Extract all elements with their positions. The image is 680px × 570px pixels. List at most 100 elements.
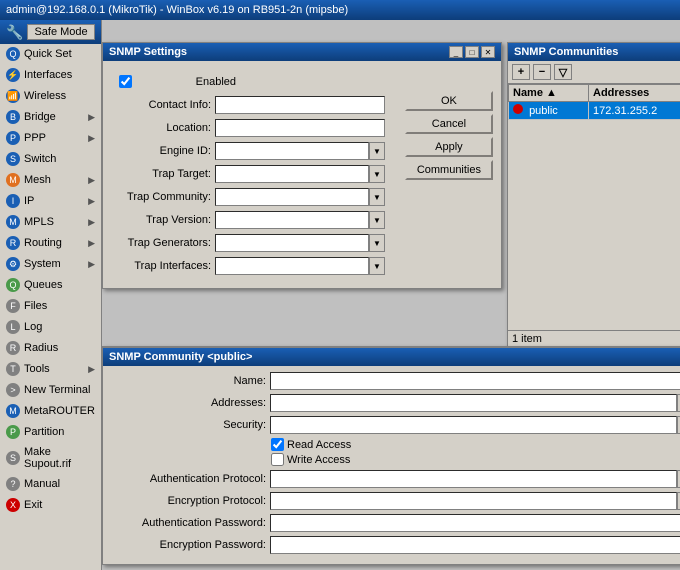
sidebar-item-tools[interactable]: T Tools ▶ bbox=[0, 359, 101, 380]
detail-security-dropdown: none ▼ bbox=[270, 416, 680, 434]
routing-arrow: ▶ bbox=[88, 238, 95, 249]
filter-community-button[interactable]: ▽ bbox=[554, 64, 572, 80]
remove-community-button[interactable]: − bbox=[533, 64, 551, 80]
trap-community-arrow[interactable]: ▼ bbox=[369, 188, 385, 206]
community-detail-body: Name: public Addresses: 172.31.255.2 ▼ S… bbox=[103, 366, 680, 564]
detail-addresses-input[interactable]: 172.31.255.2 bbox=[270, 394, 677, 412]
bridge-icon: B bbox=[6, 110, 20, 124]
trap-interfaces-arrow[interactable]: ▼ bbox=[369, 257, 385, 275]
trap-generators-input[interactable] bbox=[215, 234, 369, 252]
sidebar-item-log[interactable]: L Log bbox=[0, 317, 101, 338]
detail-enc-protocol-input[interactable]: DES bbox=[270, 492, 677, 510]
interfaces-icon: ⚡ bbox=[6, 68, 20, 82]
detail-name-row: Name: public bbox=[111, 372, 680, 390]
engine-id-arrow[interactable]: ▼ bbox=[369, 142, 385, 160]
detail-addresses-row: Addresses: 172.31.255.2 ▼ bbox=[111, 394, 680, 412]
sidebar-item-mesh[interactable]: M Mesh ▶ bbox=[0, 170, 101, 191]
detail-security-input[interactable]: none bbox=[270, 416, 677, 434]
sidebar-item-bridge[interactable]: B Bridge ▶ bbox=[0, 107, 101, 128]
sidebar-label-routing: Routing bbox=[24, 237, 62, 249]
sidebar-item-partition[interactable]: P Partition bbox=[0, 422, 101, 443]
mpls-icon: M bbox=[6, 215, 20, 229]
sidebar-item-new-terminal[interactable]: > New Terminal bbox=[0, 380, 101, 401]
add-community-button[interactable]: + bbox=[512, 64, 530, 80]
enabled-label: Enabled bbox=[136, 76, 236, 88]
contact-info-input[interactable]: suporte@mk-auth.com.br bbox=[215, 96, 385, 114]
sidebar-item-system[interactable]: ⚙ System ▶ bbox=[0, 254, 101, 275]
sidebar-item-manual[interactable]: ? Manual bbox=[0, 474, 101, 495]
sidebar-item-switch[interactable]: S Switch bbox=[0, 149, 101, 170]
sidebar-item-mpls[interactable]: M MPLS ▶ bbox=[0, 212, 101, 233]
trap-target-label: Trap Target: bbox=[111, 168, 211, 180]
safe-mode-button[interactable]: Safe Mode bbox=[27, 24, 94, 40]
ppp-arrow: ▶ bbox=[88, 133, 95, 144]
files-icon: F bbox=[6, 299, 20, 313]
snmp-settings-close[interactable]: ✕ bbox=[481, 46, 495, 58]
sidebar-item-files[interactable]: F Files bbox=[0, 296, 101, 317]
content-area: SNMP Settings _ □ ✕ OK Cancel Apply Comm… bbox=[102, 20, 680, 570]
detail-auth-password-input[interactable] bbox=[270, 514, 680, 532]
detail-enc-protocol-row: Encryption Protocol: DES ▼ bbox=[111, 492, 680, 510]
detail-access-row: Read Access Write Access bbox=[271, 438, 680, 466]
snmp-communities-titlebar: SNMP Communities ✕ bbox=[508, 43, 680, 61]
sidebar-item-ip[interactable]: I IP ▶ bbox=[0, 191, 101, 212]
trap-version-arrow[interactable]: ▼ bbox=[369, 211, 385, 229]
sidebar-item-wireless[interactable]: 📶 Wireless bbox=[0, 86, 101, 107]
snmp-settings-cancel-button[interactable]: Cancel bbox=[405, 114, 493, 134]
snmp-settings-communities-button[interactable]: Communities bbox=[405, 160, 493, 180]
sidebar-label-wireless: Wireless bbox=[24, 90, 66, 102]
detail-auth-protocol-input[interactable]: MD5 bbox=[270, 470, 677, 488]
trap-version-input[interactable]: 1 bbox=[215, 211, 369, 229]
sidebar-item-make-supout[interactable]: S Make Supout.rif bbox=[0, 443, 101, 474]
sidebar-item-routing[interactable]: R Routing ▶ bbox=[0, 233, 101, 254]
trap-version-label: Trap Version: bbox=[111, 214, 211, 226]
enabled-checkbox[interactable] bbox=[119, 75, 132, 88]
detail-auth-password-row: Authentication Password: bbox=[111, 514, 680, 532]
read-access-checkbox[interactable] bbox=[271, 438, 284, 451]
trap-community-input[interactable]: public bbox=[215, 188, 369, 206]
trap-interfaces-row: Trap Interfaces: ▼ bbox=[111, 257, 493, 275]
snmp-settings-minimize[interactable]: _ bbox=[449, 46, 463, 58]
contact-info-label: Contact Info: bbox=[111, 99, 211, 111]
sidebar-item-interfaces[interactable]: ⚡ Interfaces bbox=[0, 65, 101, 86]
snmp-settings-apply-button[interactable]: Apply bbox=[405, 137, 493, 157]
sidebar-item-metarouter[interactable]: M MetaROUTER bbox=[0, 401, 101, 422]
queues-icon: Q bbox=[6, 278, 20, 292]
title-bar: admin@192.168.0.1 (MikroTik) - WinBox v6… bbox=[0, 0, 680, 20]
trap-target-arrow[interactable]: ▼ bbox=[369, 165, 385, 183]
engine-id-input[interactable] bbox=[215, 142, 369, 160]
write-access-text: Write Access bbox=[287, 454, 350, 466]
sidebar-item-radius[interactable]: R Radius bbox=[0, 338, 101, 359]
col-addresses-header: Addresses bbox=[589, 85, 680, 102]
trap-interfaces-input[interactable] bbox=[215, 257, 369, 275]
detail-name-input[interactable]: public bbox=[270, 372, 680, 390]
snmp-settings-action-buttons: OK Cancel Apply Communities bbox=[405, 91, 493, 180]
detail-name-label: Name: bbox=[111, 375, 266, 387]
detail-auth-password-label: Authentication Password: bbox=[111, 517, 266, 529]
trap-generators-row: Trap Generators: ▼ bbox=[111, 234, 493, 252]
write-access-checkbox[interactable] bbox=[271, 453, 284, 466]
sidebar-label-new-terminal: New Terminal bbox=[24, 384, 90, 396]
sidebar-item-exit[interactable]: X Exit bbox=[0, 495, 101, 516]
communities-toolbar: + − ▽ bbox=[508, 61, 680, 84]
snmp-settings-titlebar: SNMP Settings _ □ ✕ bbox=[103, 43, 501, 61]
sidebar-item-queues[interactable]: Q Queues bbox=[0, 275, 101, 296]
sidebar-label-queues: Queues bbox=[24, 279, 63, 291]
detail-enc-password-input[interactable] bbox=[270, 536, 680, 554]
trap-target-input[interactable] bbox=[215, 165, 369, 183]
location-input[interactable]: brazil bbox=[215, 119, 385, 137]
sidebar-label-ppp: PPP bbox=[24, 132, 46, 144]
snmp-settings-dialog: SNMP Settings _ □ ✕ OK Cancel Apply Comm… bbox=[102, 42, 502, 289]
mesh-arrow: ▶ bbox=[88, 175, 95, 186]
title-text: admin@192.168.0.1 (MikroTik) - WinBox v6… bbox=[6, 4, 348, 16]
trap-community-row: Trap Community: public ▼ bbox=[111, 188, 493, 206]
system-arrow: ▶ bbox=[88, 259, 95, 270]
trap-generators-arrow[interactable]: ▼ bbox=[369, 234, 385, 252]
manual-icon: ? bbox=[6, 477, 20, 491]
snmp-settings-ok-button[interactable]: OK bbox=[405, 91, 493, 111]
community-row[interactable]: public 172.31.255.2 none bbox=[509, 102, 680, 120]
sidebar-item-ppp[interactable]: P PPP ▶ bbox=[0, 128, 101, 149]
write-access-label: Write Access bbox=[271, 453, 350, 466]
sidebar-item-quick-set[interactable]: Q Quick Set bbox=[0, 44, 101, 65]
snmp-settings-maximize[interactable]: □ bbox=[465, 46, 479, 58]
